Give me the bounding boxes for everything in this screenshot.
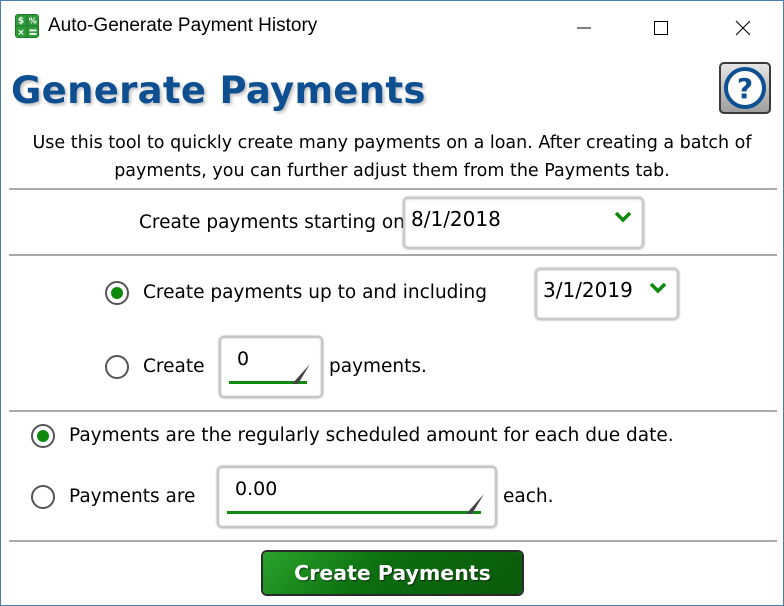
- calculator-icon: $ % ×: [15, 14, 39, 38]
- end-date-value: 3/1/2019: [543, 278, 633, 302]
- svg-text:?: ?: [737, 72, 753, 105]
- help-icon: ?: [724, 67, 766, 109]
- radio-scheduled-amount[interactable]: [31, 424, 55, 448]
- maximize-button[interactable]: [631, 1, 691, 55]
- divider: [9, 410, 777, 412]
- start-date-label: Create payments starting on: [139, 212, 405, 233]
- chevron-down-icon: [649, 282, 667, 294]
- until-date-label: Create payments up to and including: [143, 282, 488, 303]
- create-payments-button[interactable]: Create Payments: [263, 552, 522, 594]
- close-button[interactable]: [713, 1, 773, 55]
- fixed-amount-suffix-label: each.: [503, 486, 554, 507]
- end-date-dropdown[interactable]: 3/1/2019: [535, 268, 679, 320]
- dialog-window: $ % × Auto-Generate Payment History Gene…: [0, 0, 784, 606]
- divider: [9, 188, 777, 190]
- description-line-2: payments, you can further adjust them fr…: [114, 161, 670, 181]
- minimize-icon: [577, 27, 591, 29]
- svg-text:%: %: [29, 17, 37, 26]
- scheduled-amount-label: Payments are the regularly scheduled amo…: [69, 425, 674, 446]
- count-suffix-label: payments.: [329, 356, 427, 377]
- description: Use this tool to quickly create many pay…: [1, 129, 783, 185]
- resize-grip-icon: [466, 494, 484, 514]
- payment-amount-input[interactable]: 0.00: [217, 466, 497, 528]
- fixed-amount-prefix-label: Payments are: [69, 486, 196, 507]
- divider: [9, 540, 777, 542]
- divider: [9, 254, 777, 256]
- payment-count-input[interactable]: 0: [219, 336, 323, 398]
- svg-text:×: ×: [17, 28, 25, 38]
- title-bar: $ % × Auto-Generate Payment History: [1, 1, 783, 55]
- input-underline: [227, 511, 481, 514]
- help-button[interactable]: ?: [719, 62, 771, 114]
- count-prefix-label: Create: [143, 356, 205, 377]
- payment-amount-value: 0.00: [235, 478, 278, 500]
- maximize-icon: [654, 21, 668, 35]
- description-line-1: Use this tool to quickly create many pay…: [32, 133, 752, 153]
- start-date-value: 8/1/2018: [411, 207, 501, 231]
- page-title: Generate Payments: [11, 69, 426, 112]
- minimize-button[interactable]: [554, 1, 614, 55]
- radio-fixed-amount[interactable]: [31, 485, 55, 509]
- resize-grip-icon: [292, 364, 310, 384]
- payment-count-value: 0: [237, 348, 250, 370]
- svg-text:$: $: [18, 17, 24, 27]
- start-date-dropdown[interactable]: 8/1/2018: [403, 197, 644, 249]
- close-icon: [735, 20, 751, 36]
- window-title: Auto-Generate Payment History: [48, 15, 318, 36]
- radio-until-date[interactable]: [105, 281, 129, 305]
- radio-payment-count[interactable]: [105, 355, 129, 379]
- chevron-down-icon: [614, 211, 632, 223]
